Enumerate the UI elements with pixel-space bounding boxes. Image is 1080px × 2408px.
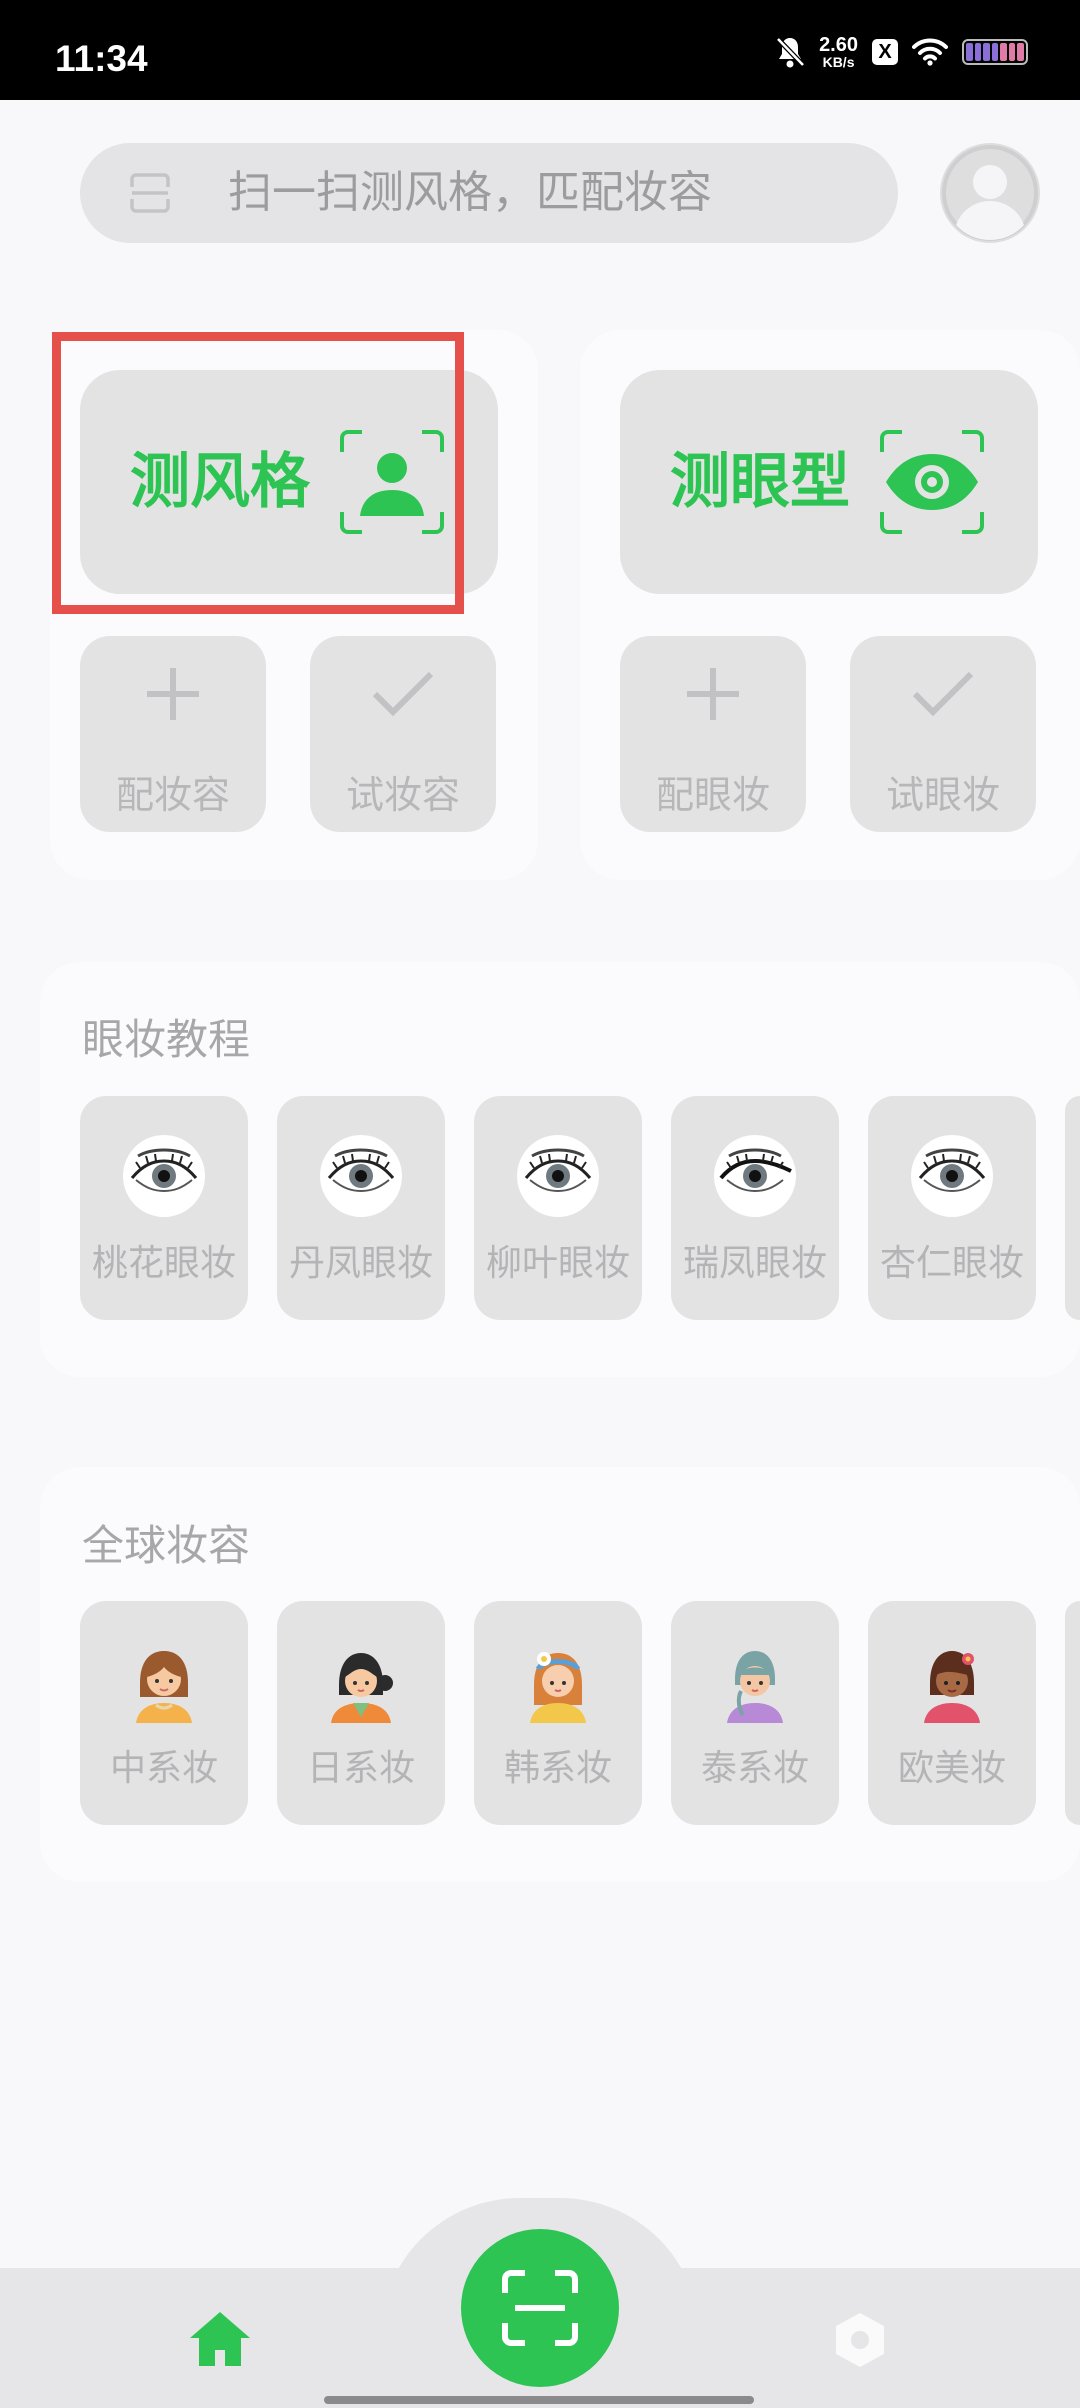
- status-bar: 11:34 2.60 KB/s X: [0, 0, 1080, 100]
- japanese-girl-icon: [331, 1653, 393, 1723]
- nav-home-button[interactable]: [160, 2288, 280, 2388]
- eye-tutorial-label: 桃花眼妆: [91, 1243, 236, 1284]
- status-icons: 2.60 KB/s X: [775, 30, 1028, 74]
- plus-icon: [687, 668, 739, 720]
- match-eye-makeup-button[interactable]: 配眼妆: [620, 636, 806, 832]
- net-speed-unit: KB/s: [822, 54, 855, 70]
- chinese-girl-icon: [136, 1651, 192, 1723]
- global-makeup-label: 日系妆: [306, 1748, 415, 1789]
- global-makeup-item[interactable]: 中系妆: [80, 1601, 248, 1825]
- check-icon: [372, 671, 434, 717]
- global-makeup-item[interactable]: 泰系妆: [671, 1601, 839, 1825]
- eye-tutorial-item[interactable]: 杏仁眼妆: [868, 1096, 1036, 1320]
- profile-avatar-button[interactable]: [940, 143, 1040, 243]
- scan-icon: [502, 2270, 578, 2346]
- try-makeup-label: 试妆容: [345, 773, 460, 817]
- eye-scan-icon: [880, 430, 984, 534]
- scan-fab-button[interactable]: [461, 2229, 619, 2387]
- global-makeup-item[interactable]: 日系妆: [277, 1601, 445, 1825]
- test-eye-shape-button[interactable]: 测眼型: [620, 370, 1038, 594]
- eye-icon: [123, 1135, 205, 1217]
- notification-badge: X: [872, 39, 898, 65]
- net-speed: 2.60 KB/s: [819, 35, 858, 69]
- global-makeup-label: 泰系妆: [700, 1748, 809, 1789]
- match-eye-makeup-label: 配眼妆: [655, 773, 770, 817]
- global-makeup-label: 欧美妆: [897, 1748, 1006, 1789]
- eye-icon: [911, 1135, 993, 1217]
- eye-icon: [320, 1135, 402, 1217]
- global-makeup-label: 中系妆: [109, 1748, 218, 1789]
- try-makeup-button[interactable]: 试妆容: [310, 636, 496, 832]
- hexagon-settings-icon: [836, 2313, 884, 2367]
- plus-icon: [147, 668, 199, 720]
- search-placeholder: 扫一扫测风格，匹配妆容: [228, 167, 712, 218]
- global-makeup-title: 全球妆容: [82, 1521, 251, 1570]
- global-makeup-item[interactable]: 欧美妆: [868, 1601, 1036, 1825]
- user-avatar-icon: [942, 145, 1038, 241]
- home-icon: [190, 2312, 250, 2366]
- highlight-box: [52, 332, 464, 614]
- eye-tutorials-title: 眼妆教程: [82, 1015, 251, 1064]
- thai-girl-icon: [727, 1651, 783, 1723]
- global-makeup-label: 韩系妆: [503, 1748, 612, 1789]
- eye-icon: [714, 1135, 796, 1217]
- nav-settings-button[interactable]: [800, 2288, 920, 2388]
- korean-girl-icon: [530, 1652, 586, 1723]
- battery-icon: [962, 39, 1028, 65]
- check-icon: [912, 671, 974, 717]
- global-makeup-item-partial[interactable]: [1065, 1601, 1080, 1825]
- eye-tutorial-item[interactable]: 丹凤眼妆: [277, 1096, 445, 1320]
- bell-off-icon: [776, 37, 805, 68]
- eye-tutorial-item[interactable]: 瑞凤眼妆: [671, 1096, 839, 1320]
- eye-tutorial-label: 瑞凤眼妆: [682, 1243, 827, 1284]
- wifi-icon: [912, 38, 948, 66]
- eye-tutorial-label: 杏仁眼妆: [879, 1243, 1024, 1284]
- eye-tutorial-label: 柳叶眼妆: [485, 1243, 630, 1284]
- home-indicator: [324, 2396, 754, 2404]
- eye-tutorial-label: 丹凤眼妆: [288, 1243, 433, 1284]
- search-bar[interactable]: 扫一扫测风格，匹配妆容: [80, 143, 898, 243]
- eye-tutorial-item-partial[interactable]: [1065, 1096, 1080, 1320]
- status-time: 11:34: [55, 38, 148, 79]
- match-makeup-button[interactable]: 配妆容: [80, 636, 266, 832]
- try-eye-makeup-label: 试眼妆: [885, 773, 1000, 817]
- scan-icon: [130, 173, 170, 213]
- try-eye-makeup-button[interactable]: 试眼妆: [850, 636, 1036, 832]
- eye-tutorial-item[interactable]: 柳叶眼妆: [474, 1096, 642, 1320]
- net-speed-value: 2.60: [819, 34, 858, 56]
- match-makeup-label: 配妆容: [115, 773, 230, 817]
- global-makeup-item[interactable]: 韩系妆: [474, 1601, 642, 1825]
- western-girl-icon: [924, 1651, 980, 1723]
- test-eye-shape-label: 测眼型: [670, 447, 850, 517]
- eye-tutorial-item[interactable]: 桃花眼妆: [80, 1096, 248, 1320]
- eye-icon: [517, 1135, 599, 1217]
